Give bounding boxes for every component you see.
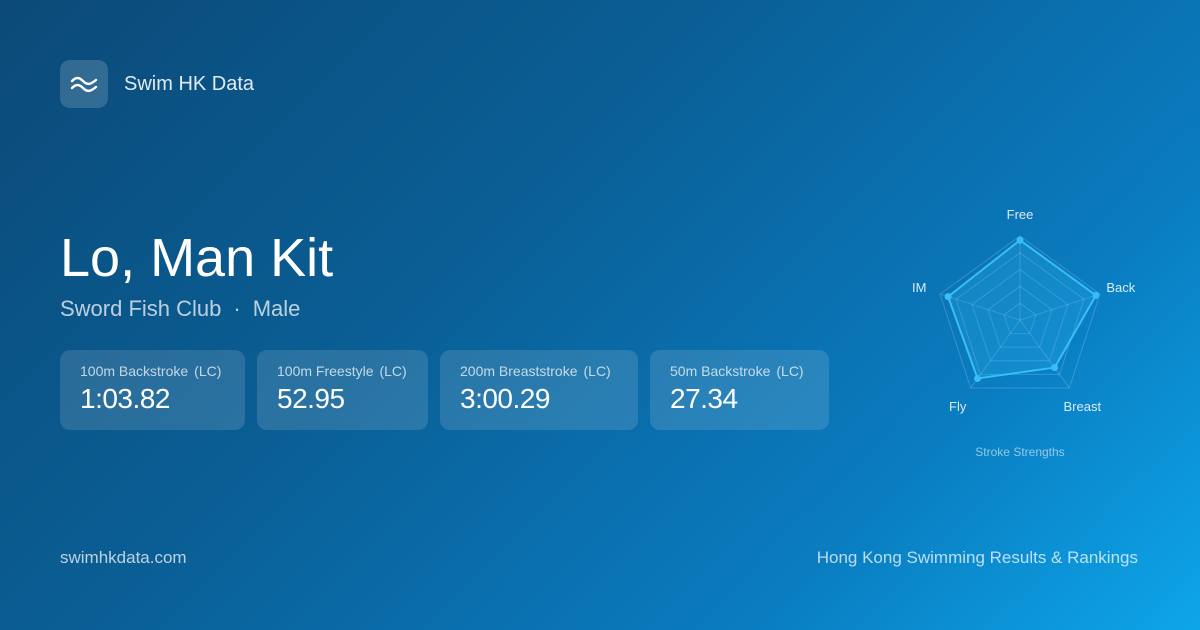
club-name: Sword Fish Club bbox=[60, 296, 222, 321]
best-time-card[interactable]: 200m Breaststroke (LC) 3:00.29 bbox=[440, 350, 638, 430]
event-time: 27.34 bbox=[670, 383, 738, 414]
brand-logo bbox=[60, 60, 108, 108]
course-type: (LC) bbox=[776, 363, 804, 379]
event-name: 200m Breaststroke bbox=[460, 363, 578, 379]
swimmer-meta: Sword Fish Club · Male bbox=[60, 296, 300, 322]
event-label: 200m Breaststroke (LC) bbox=[460, 363, 618, 379]
event-time: 1:03.82 bbox=[80, 383, 170, 414]
radar-point bbox=[974, 374, 982, 382]
course-type: (LC) bbox=[194, 363, 222, 379]
stroke-radar-chart: Free Back Breast Fly IM Stroke Strengths bbox=[912, 207, 1136, 459]
radar-point bbox=[944, 293, 952, 301]
radar-axis-label: Fly bbox=[949, 399, 967, 414]
event-name: 100m Freestyle bbox=[277, 363, 374, 379]
course-type: (LC) bbox=[379, 363, 407, 379]
site-url[interactable]: swimhkdata.com bbox=[60, 548, 187, 568]
event-time: 52.95 bbox=[277, 383, 345, 414]
event-label: 100m Backstroke (LC) bbox=[80, 363, 225, 379]
best-time-card[interactable]: 100m Freestyle (LC) 52.95 bbox=[257, 350, 428, 430]
event-name: 100m Backstroke bbox=[80, 363, 189, 379]
radar-axis-label: Back bbox=[1106, 280, 1135, 295]
meta-separator: · bbox=[233, 296, 241, 321]
best-time-card[interactable]: 50m Backstroke (LC) 27.34 bbox=[650, 350, 829, 430]
radar-point bbox=[1016, 236, 1024, 244]
event-label: 50m Backstroke (LC) bbox=[670, 363, 809, 379]
best-times-cards: 100m Backstroke (LC) 1:03.82 100m Freesty… bbox=[60, 350, 829, 430]
radar-axis-label: Breast bbox=[1064, 399, 1102, 414]
radar-axis-label: IM bbox=[912, 280, 926, 295]
radar-axis-label: Free bbox=[1007, 207, 1034, 222]
radar-point bbox=[1051, 364, 1059, 372]
course-type: (LC) bbox=[583, 363, 611, 379]
brand-name: Swim HK Data bbox=[124, 72, 255, 95]
event-label: 100m Freestyle (LC) bbox=[277, 363, 408, 379]
radar-title: Stroke Strengths bbox=[975, 445, 1064, 459]
brand[interactable]: Swim HK Data bbox=[60, 60, 254, 108]
site-tagline: Hong Kong Swimming Results & Rankings bbox=[816, 548, 1138, 567]
radar-point bbox=[1092, 291, 1100, 299]
swimmer-name: Lo, Man Kit bbox=[60, 228, 334, 288]
event-time: 3:00.29 bbox=[460, 383, 550, 414]
radar-series-area bbox=[947, 239, 1097, 380]
event-name: 50m Backstroke bbox=[670, 363, 771, 379]
best-time-card[interactable]: 100m Backstroke (LC) 1:03.82 bbox=[60, 350, 245, 430]
gender: Male bbox=[252, 296, 301, 321]
wave-icon bbox=[70, 76, 98, 93]
